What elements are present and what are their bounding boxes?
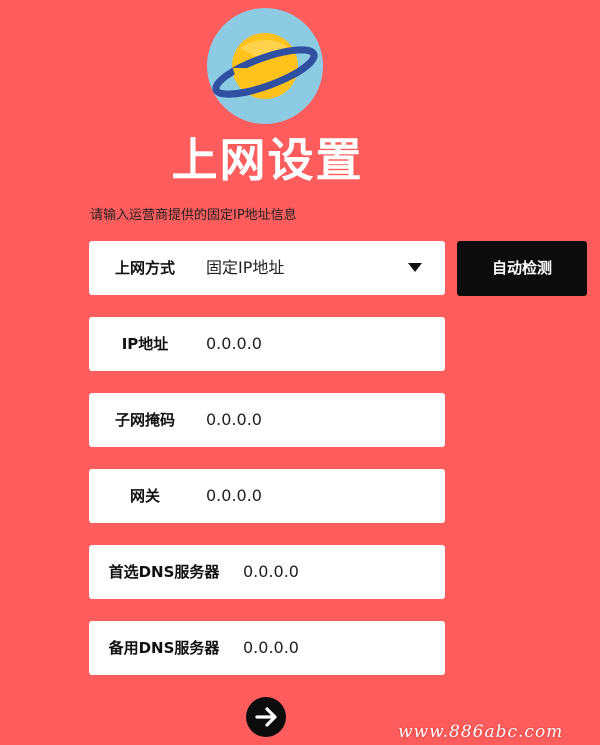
gateway-input[interactable]: 0.0.0.0 — [206, 469, 262, 523]
next-button[interactable] — [246, 697, 286, 737]
ip-address-input[interactable]: 0.0.0.0 — [206, 317, 262, 371]
page-title: 上网设置 — [171, 133, 364, 187]
subnet-mask-input[interactable]: 0.0.0.0 — [206, 393, 262, 447]
secondary-dns-label: 备用DNS服务器 — [108, 639, 220, 657]
page-subtitle: 请输入运营商提供的固定IP地址信息 — [90, 208, 297, 223]
planet-logo-icon — [207, 8, 323, 124]
primary-dns-field[interactable]: 首选DNS服务器 0.0.0.0 — [89, 545, 445, 599]
secondary-dns-input[interactable]: 0.0.0.0 — [243, 621, 299, 675]
subnet-mask-label: 子网掩码 — [114, 411, 175, 429]
primary-dns-label: 首选DNS服务器 — [108, 563, 220, 581]
connection-type-value: 固定IP地址 — [206, 258, 285, 277]
secondary-dns-field[interactable]: 备用DNS服务器 0.0.0.0 — [89, 621, 445, 675]
arrow-right-icon — [255, 707, 277, 727]
auto-detect-button[interactable]: 自动检测 — [457, 241, 587, 296]
watermark: www.886abc.com — [398, 722, 564, 742]
ip-address-label: IP地址 — [121, 335, 169, 353]
connection-type-select[interactable]: 上网方式 固定IP地址 — [89, 241, 445, 295]
connection-type-label: 上网方式 — [114, 259, 175, 277]
caret-down-icon[interactable] — [408, 263, 422, 272]
gateway-field[interactable]: 网关 0.0.0.0 — [89, 469, 445, 523]
gateway-label: 网关 — [129, 487, 160, 505]
subnet-mask-field[interactable]: 子网掩码 0.0.0.0 — [89, 393, 445, 447]
primary-dns-input[interactable]: 0.0.0.0 — [243, 545, 299, 599]
ip-address-field[interactable]: IP地址 0.0.0.0 — [89, 317, 445, 371]
